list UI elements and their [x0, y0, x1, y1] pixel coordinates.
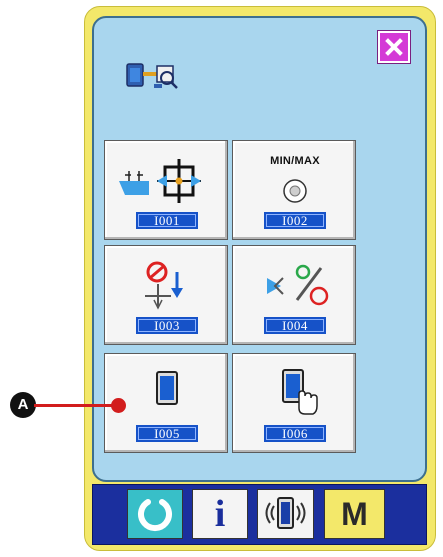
mode-button[interactable]: M [324, 489, 385, 539]
ready-arc-icon [138, 499, 172, 532]
button-i003[interactable]: I003 [104, 245, 228, 345]
ready-button[interactable] [127, 489, 183, 539]
close-icon [385, 38, 403, 56]
code-label: I003 [136, 317, 198, 334]
button-i006[interactable]: I006 [232, 353, 356, 453]
code-label: I005 [136, 425, 198, 442]
button-i001[interactable]: I001 [104, 140, 228, 240]
code-label: I002 [264, 212, 326, 229]
code-label: I004 [264, 317, 326, 334]
communication-button[interactable] [257, 489, 314, 539]
info-button[interactable]: i [192, 489, 248, 539]
feed-positioning-icon [119, 159, 201, 203]
needle-stop-icon [145, 261, 183, 310]
callout-badge: A [10, 392, 36, 418]
code-label: I006 [264, 425, 326, 442]
code-label: I001 [136, 212, 198, 229]
ratio-adjust-icon [267, 264, 329, 306]
callout-dot [111, 398, 126, 413]
data-transfer-search-icon [126, 63, 178, 89]
communication-icon [265, 497, 306, 529]
display-device-icon [156, 371, 178, 405]
callout-line [34, 404, 116, 407]
button-i002[interactable]: MIN/MAX I002 [232, 140, 356, 240]
mode-label: M [341, 495, 368, 532]
info-icon: i [214, 493, 226, 535]
close-button[interactable] [377, 30, 411, 64]
min-max-dial-icon [283, 179, 307, 203]
device-touch-icon [282, 369, 318, 415]
button-i004[interactable]: I004 [232, 245, 356, 345]
